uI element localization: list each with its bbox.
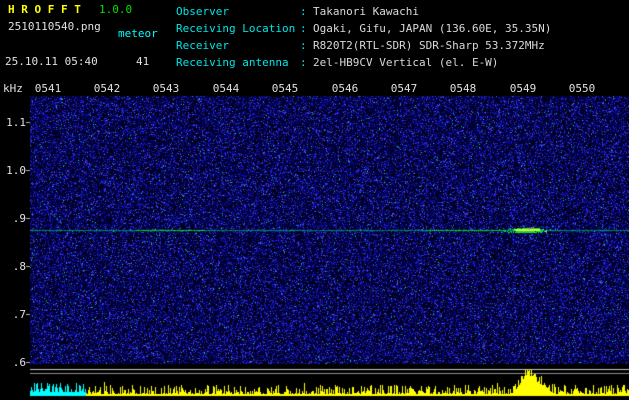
time-tick-label: 0549 xyxy=(509,82,537,95)
time-tick-label: 0545 xyxy=(271,82,299,95)
freq-tick-label: .8 xyxy=(12,260,26,273)
info-separator: : xyxy=(300,5,307,18)
info-row-antenna: Receiving antenna : 2el-HB9CV Vertical (… xyxy=(176,55,551,72)
echo-count: 41 xyxy=(136,55,150,68)
station-info: Observer : Takanori Kawachi Receiving Lo… xyxy=(176,4,551,72)
time-tick-label: 0541 xyxy=(34,82,62,95)
output-filename: 2510110540.png xyxy=(8,20,101,33)
time-tick-label: 0548 xyxy=(449,82,477,95)
freq-tick-label: .6 xyxy=(12,356,26,369)
info-separator: : xyxy=(300,22,307,35)
info-row-observer: Observer : Takanori Kawachi xyxy=(176,4,551,21)
info-label: Receiving antenna xyxy=(176,56,289,69)
app-title: H R O F F T xyxy=(8,3,81,16)
freq-tick-label: .9 xyxy=(12,212,26,225)
time-tick-label: 0544 xyxy=(212,82,240,95)
info-row-receiver: Receiver : R820T2(RTL-SDR) SDR-Sharp 53.… xyxy=(176,38,551,55)
info-label: Receiver xyxy=(176,39,229,52)
app-version: 1.0.0 xyxy=(99,3,133,16)
info-value: 2el-HB9CV Vertical (el. E-W) xyxy=(313,56,499,69)
hrofft-screen: H R O F F T 1.0.0 2510110540.png meteor … xyxy=(0,0,629,400)
info-label: Receiving Location xyxy=(176,22,296,35)
time-tick-label: 0546 xyxy=(331,82,359,95)
time-tick-label: 0543 xyxy=(152,82,180,95)
freq-tick-label: 1.1 xyxy=(6,116,26,129)
info-label: Observer xyxy=(176,5,229,18)
time-tick-label: 0542 xyxy=(93,82,121,95)
y-axis-unit-label: kHz xyxy=(3,82,23,95)
freq-tick-label: 1.0 xyxy=(6,164,26,177)
info-value: Ogaki, Gifu, JAPAN (136.60E, 35.35N) xyxy=(313,22,552,35)
mode-label: meteor xyxy=(118,27,158,40)
time-tick-label: 0547 xyxy=(390,82,418,95)
info-separator: : xyxy=(300,39,307,52)
freq-tick-label: .7 xyxy=(12,308,26,321)
info-separator: : xyxy=(300,56,307,69)
info-value: R820T2(RTL-SDR) SDR-Sharp 53.372MHz xyxy=(313,39,545,52)
capture-datetime: 25.10.11 05:40 xyxy=(5,55,98,68)
spectrogram-canvas xyxy=(0,78,629,400)
info-row-location: Receiving Location : Ogaki, Gifu, JAPAN … xyxy=(176,21,551,38)
info-value: Takanori Kawachi xyxy=(313,5,419,18)
time-tick-label: 0550 xyxy=(568,82,596,95)
